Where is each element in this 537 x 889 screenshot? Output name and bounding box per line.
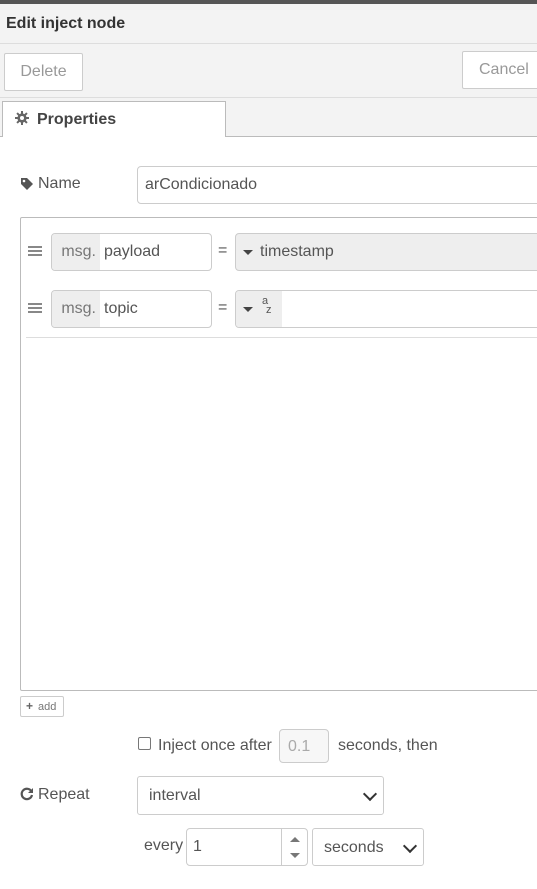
add-label: add [38, 701, 57, 713]
list-divider [26, 337, 537, 338]
msg-prefix: msg. [52, 291, 100, 327]
drag-handle-icon[interactable] [28, 246, 42, 256]
inject-once-label: Inject once after [158, 737, 272, 754]
msg-prefix: msg. [52, 234, 100, 270]
stepper-up-icon[interactable] [290, 837, 300, 842]
equals-sign: = [218, 299, 228, 316]
interval-unit-select[interactable]: seconds [312, 828, 424, 866]
property-value-field[interactable]: a z [235, 290, 537, 328]
caret-down-icon [243, 307, 253, 312]
add-property-button[interactable]: + add [20, 696, 64, 717]
page-title: Edit inject node [6, 15, 126, 32]
drag-handle-icon[interactable] [28, 303, 42, 313]
chevron-down-icon [402, 838, 418, 854]
name-label: Name [38, 175, 81, 192]
interval-unit-value: seconds [324, 839, 384, 856]
name-field[interactable]: arCondicionado [137, 166, 537, 204]
every-label: every [144, 837, 184, 854]
inject-delay-placeholder: 0.1 [288, 738, 311, 755]
type-selector[interactable]: a z [236, 291, 282, 327]
property-list [20, 217, 537, 691]
plus-icon: + [26, 699, 34, 713]
equals-sign: = [218, 242, 228, 259]
property-key-field[interactable]: msg. payload [51, 233, 212, 271]
tag-icon [21, 178, 33, 190]
tray-header: Edit inject node [0, 4, 537, 44]
repeat-icon [20, 787, 34, 801]
name-field-value: arCondicionado [145, 176, 258, 193]
interval-value: 1 [193, 838, 202, 855]
property-value-type-select[interactable]: timestamp [235, 233, 537, 271]
tab-properties[interactable]: Properties [2, 101, 226, 137]
property-key: topic [104, 300, 138, 317]
inject-delay-field[interactable]: 0.1 [279, 729, 329, 763]
gear-icon [15, 111, 29, 125]
tab-strip: Properties [0, 98, 537, 137]
tray-toolbar: Delete Cancel [0, 44, 537, 98]
property-key-field[interactable]: msg. topic [51, 290, 212, 328]
repeat-label: Repeat [38, 786, 90, 803]
inject-once-checkbox[interactable] [138, 737, 151, 750]
stepper-down-icon[interactable] [290, 853, 300, 858]
tab-label: Properties [37, 111, 117, 128]
caret-down-icon [243, 250, 253, 255]
interval-stepper[interactable]: 1 [186, 828, 308, 866]
repeat-select[interactable]: interval [137, 776, 384, 815]
delete-button[interactable]: Delete [4, 53, 83, 91]
property-value: timestamp [260, 243, 334, 260]
chevron-down-icon [362, 786, 378, 802]
string-type-icon: a z [262, 295, 272, 316]
repeat-select-value: interval [149, 787, 201, 804]
property-key: payload [104, 243, 161, 260]
cancel-button[interactable]: Cancel [462, 51, 537, 89]
inject-once-suffix: seconds, then [338, 737, 438, 754]
stepper-buttons [281, 829, 308, 865]
